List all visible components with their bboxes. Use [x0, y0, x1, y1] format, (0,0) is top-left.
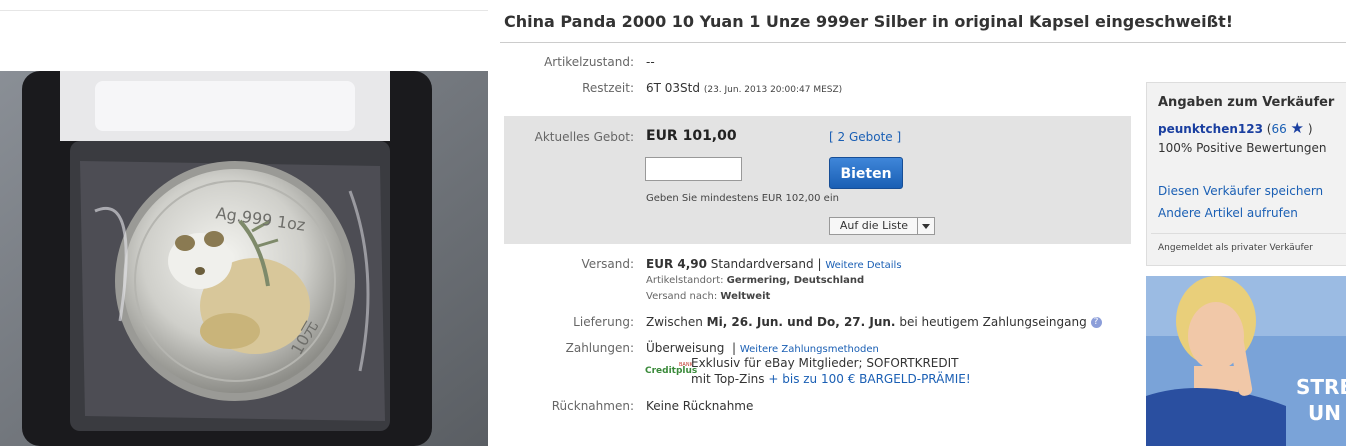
- current-bid-label: Aktuelles Gebot:: [534, 130, 634, 144]
- delivery-prefix: Zwischen: [646, 315, 703, 329]
- time-left-duration: 6T 03Std: [646, 81, 700, 95]
- advertisement-banner[interactable]: STRE UN: [1146, 276, 1346, 446]
- time-left-label: Restzeit:: [582, 81, 634, 95]
- seller-heading: Angaben zum Verkäufer: [1158, 95, 1335, 110]
- ad-text-1: STRE: [1296, 375, 1346, 399]
- creditplus-logo: Creditplus BANK: [645, 362, 697, 378]
- ad-graphic: STRE UN: [1146, 276, 1346, 446]
- credit-line1: Exklusiv für eBay Mitglieder; SOFORTKRED…: [691, 356, 959, 370]
- payment-separator: |: [731, 341, 737, 355]
- seller-score-link[interactable]: 66: [1271, 122, 1286, 136]
- bid-count-close: ]: [896, 130, 902, 144]
- place-bid-button[interactable]: Bieten: [829, 157, 903, 189]
- delivery-label: Lieferung:: [573, 315, 634, 329]
- more-payment-methods-link[interactable]: Weitere Zahlungsmethoden: [740, 344, 879, 355]
- seller-divider: [1151, 233, 1346, 234]
- credit-bonus-link[interactable]: + bis zu 100 € BARGELD-PRÄMIE!: [768, 372, 970, 386]
- time-left-value: 6T 03Std (23. Jun. 2013 20:00:47 MESZ): [646, 81, 842, 95]
- seller-score-close: ): [1307, 122, 1313, 136]
- shipping-label: Versand:: [581, 257, 634, 271]
- seller-positive-feedback: 100% Positive Bewertungen: [1158, 141, 1327, 155]
- watchlist-button-label: Auf die Liste: [839, 219, 909, 232]
- returns-value: Keine Rücknahme: [646, 399, 754, 413]
- chevron-down-icon[interactable]: [917, 218, 934, 234]
- delivery-suffix: bei heutigem Zahlungseingang: [899, 315, 1087, 329]
- star-icon: ★: [1290, 119, 1304, 137]
- ships-to-row: Versand nach: Weltweit: [646, 291, 770, 302]
- help-icon[interactable]: ?: [1090, 317, 1102, 328]
- seller-name-link[interactable]: peunktchen123: [1158, 122, 1263, 136]
- item-location-row: Artikelstandort: Germering, Deutschland: [646, 275, 864, 286]
- watchlist-button[interactable]: Auf die Liste: [829, 217, 935, 235]
- shipping-cost-row: EUR 4,90 Standardversand | Weitere Detai…: [646, 257, 902, 271]
- bid-amount-input[interactable]: [645, 157, 742, 181]
- condition-label: Artikelzustand:: [544, 55, 634, 69]
- private-seller-note: Angemeldet als privater Verkäufer: [1158, 243, 1313, 253]
- auction-end-date: (23. Jun. 2013 20:00:47 MESZ): [703, 85, 843, 95]
- delivery-row: Zwischen Mi, 26. Jun. und Do, 27. Jun. b…: [646, 315, 1102, 329]
- payment-methods-row: Überweisung | Weitere Zahlungsmethoden: [646, 341, 879, 355]
- seller-info-panel: Angaben zum Verkäufer peunktchen123 (66 …: [1146, 82, 1346, 266]
- item-photo[interactable]: Ag.999 1oz 10元: [0, 71, 488, 446]
- item-location-label: Artikelstandort:: [646, 275, 724, 286]
- item-location: Germering, Deutschland: [726, 275, 865, 286]
- other-items-link[interactable]: Andere Artikel aufrufen: [1158, 206, 1298, 220]
- shipping-details-link[interactable]: Weitere Details: [825, 260, 901, 271]
- bid-count: [ 2 Gebote ]: [829, 130, 901, 144]
- payment-method: Überweisung: [646, 341, 725, 355]
- save-seller-link[interactable]: Diesen Verkäufer speichern: [1158, 184, 1323, 198]
- title-divider: [500, 42, 1346, 43]
- min-bid-hint: Geben Sie mindestens EUR 102,00 ein: [646, 193, 839, 204]
- shipping-method: Standardversand |: [710, 257, 822, 271]
- bid-count-open: [: [829, 130, 834, 144]
- ships-to-label: Versand nach:: [646, 291, 718, 302]
- current-bid-price: EUR 101,00: [646, 128, 737, 144]
- shipping-cost: EUR 4,90: [646, 257, 707, 271]
- ships-to: Weltweit: [720, 291, 771, 302]
- credit-line2-prefix: mit Top-Zins: [691, 372, 765, 386]
- coin-photo-graphic: Ag.999 1oz 10元: [0, 71, 488, 446]
- credit-line2: mit Top-Zins + bis zu 100 € BARGELD-PRÄM…: [691, 372, 971, 386]
- condition-value: --: [646, 55, 655, 69]
- seller-name-row: peunktchen123 (66 ★ ): [1158, 119, 1313, 137]
- payments-label: Zahlungen:: [565, 341, 634, 355]
- listing-title: China Panda 2000 10 Yuan 1 Unze 999er Si…: [504, 12, 1234, 31]
- ad-text-2: UN: [1308, 401, 1341, 425]
- delivery-dates: Mi, 26. Jun. und Do, 27. Jun.: [706, 315, 896, 329]
- bid-count-link[interactable]: 2 Gebote: [838, 130, 893, 144]
- returns-label: Rücknahmen:: [551, 399, 634, 413]
